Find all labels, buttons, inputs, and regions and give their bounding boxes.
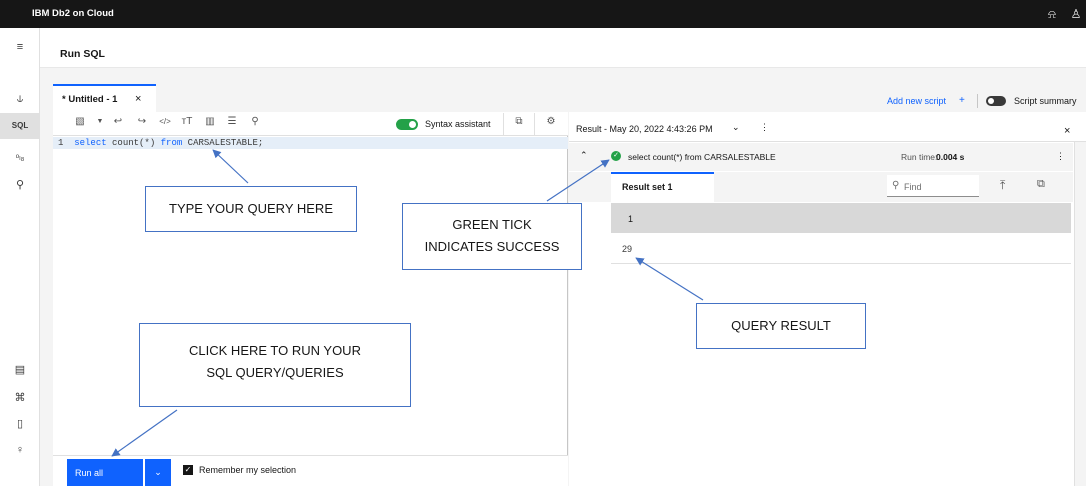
annotation-green-tick: GREEN TICK INDICATES SUCCESS [402,203,582,270]
annotation-text: QUERY RESULT [731,318,831,333]
annotation-text: SQL QUERY/QUERIES [206,365,344,380]
annotation-query-result: QUERY RESULT [696,303,866,349]
arrow-to-result [635,257,704,301]
annotation-click-run: CLICK HERE TO RUN YOUR SQL QUERY/QUERIES [139,323,411,407]
arrow-to-green-tick [546,159,610,202]
arrow-to-run-button [111,409,178,457]
annotation-text: CLICK HERE TO RUN YOUR [189,343,361,358]
annotation-text: TYPE YOUR QUERY HERE [169,201,333,216]
arrow-to-editor [212,149,249,184]
annotation-text: INDICATES SUCCESS [424,239,560,254]
annotation-text: GREEN TICK [452,217,532,232]
annotation-type-query: TYPE YOUR QUERY HERE [145,186,357,232]
